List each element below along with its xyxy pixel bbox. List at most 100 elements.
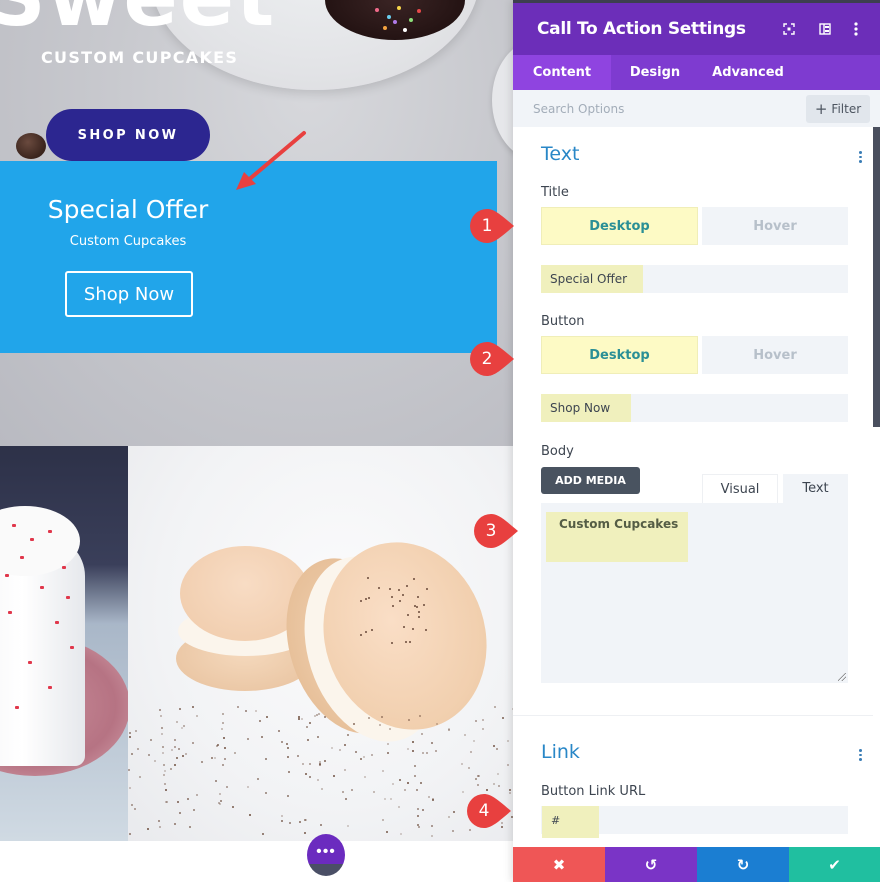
cocoa-speck bbox=[226, 785, 229, 788]
cocoa-speck bbox=[319, 760, 322, 763]
undo-icon: ↺ bbox=[644, 855, 658, 874]
cocoa-speck bbox=[447, 815, 450, 818]
cocoa-speck bbox=[216, 745, 219, 748]
link-section-menu-icon[interactable] bbox=[856, 748, 864, 762]
title-input[interactable]: Special Offer bbox=[541, 265, 848, 293]
undo-button[interactable]: ↺ bbox=[605, 847, 697, 882]
cocoa-speck bbox=[258, 719, 261, 722]
tab-design[interactable]: Design bbox=[611, 55, 699, 90]
fullscreen-icon[interactable] bbox=[780, 20, 798, 38]
cocoa-speck bbox=[447, 729, 450, 732]
title-hover-toggle[interactable]: Hover bbox=[702, 207, 848, 245]
cocoa-speck bbox=[131, 804, 134, 807]
search-options-input[interactable] bbox=[533, 99, 783, 119]
section-divider bbox=[513, 715, 873, 716]
cocoa-speck bbox=[192, 741, 195, 744]
cta-shop-now-button[interactable]: Shop Now bbox=[65, 271, 193, 317]
cocoa-speck bbox=[320, 823, 323, 826]
editor-tab-text[interactable]: Text bbox=[783, 474, 848, 503]
cocoa-speck bbox=[260, 736, 263, 739]
cocoa-speck bbox=[509, 788, 512, 791]
cocoa-speck bbox=[301, 717, 304, 720]
body-editor-value: Custom Cupcakes bbox=[559, 517, 679, 531]
cocoa-speck bbox=[222, 721, 225, 724]
cocoa-speck bbox=[412, 749, 415, 752]
cocoa-speck bbox=[386, 830, 389, 833]
cocoa-speck bbox=[462, 791, 465, 794]
cocoa-speck bbox=[476, 795, 479, 798]
cocoa-speck bbox=[431, 834, 434, 837]
cocoa-speck bbox=[406, 782, 409, 785]
cocoa-speck bbox=[297, 717, 300, 720]
cocoa-speck bbox=[286, 746, 289, 749]
cocoa-speck bbox=[147, 828, 150, 831]
cocoa-speck bbox=[398, 599, 401, 602]
tab-content[interactable]: Content bbox=[513, 55, 611, 90]
cocoa-speck bbox=[281, 741, 284, 744]
cocoa-speck bbox=[217, 802, 220, 805]
button-hover-toggle[interactable]: Hover bbox=[702, 336, 848, 374]
cocoa-speck bbox=[173, 738, 176, 741]
cocoa-speck bbox=[129, 732, 132, 735]
cocoa-speck bbox=[370, 628, 373, 631]
button-link-url-field[interactable]: # bbox=[541, 806, 848, 838]
cocoa-speck bbox=[286, 794, 289, 797]
resize-handle-icon[interactable] bbox=[838, 673, 846, 681]
plus-icon: + bbox=[814, 99, 828, 118]
cocoa-speck bbox=[390, 797, 393, 800]
cocoa-speck bbox=[220, 799, 223, 802]
cocoa-speck bbox=[308, 763, 311, 766]
cocoa-speck bbox=[129, 786, 132, 789]
cocoa-speck bbox=[424, 628, 427, 631]
add-media-button[interactable]: ADD MEDIA bbox=[541, 467, 640, 494]
cocoa-speck bbox=[261, 833, 264, 836]
more-options-fab[interactable]: ••• bbox=[307, 834, 345, 876]
cocoa-speck bbox=[149, 739, 152, 742]
cocoa-speck bbox=[333, 774, 336, 777]
cocoa-speck bbox=[431, 798, 434, 801]
cocoa-speck bbox=[324, 759, 327, 762]
call-to-action-module[interactable]: Special Offer Custom Cupcakes Shop Now bbox=[0, 161, 497, 353]
cocoa-speck bbox=[288, 770, 291, 773]
button-text-input[interactable]: Shop Now bbox=[541, 394, 848, 422]
cocoa-speck bbox=[425, 751, 428, 754]
body-editor[interactable]: Custom Cupcakes bbox=[541, 503, 848, 683]
hero-shop-now-button[interactable]: SHOP NOW bbox=[46, 109, 210, 161]
cocoa-speck bbox=[287, 755, 290, 758]
panel-tabs: Content Design Advanced bbox=[513, 55, 880, 90]
panel-scrollbar[interactable] bbox=[873, 127, 880, 427]
save-button[interactable]: ✔ bbox=[789, 847, 880, 882]
cocoa-speck bbox=[234, 751, 237, 754]
page-preview-canvas: Sweet CUSTOM CUPCAKES SHOP NOW Special O… bbox=[0, 0, 513, 882]
cocoa-speck bbox=[355, 750, 358, 753]
cocoa-speck bbox=[507, 763, 510, 766]
cocoa-speck bbox=[218, 793, 221, 796]
cocoa-speck bbox=[338, 748, 341, 751]
cocoa-speck bbox=[165, 801, 168, 804]
cocoa-speck bbox=[257, 778, 260, 781]
button-desktop-toggle[interactable]: Desktop bbox=[541, 336, 698, 374]
cocoa-speck bbox=[163, 770, 166, 773]
cocoa-speck bbox=[431, 824, 434, 827]
more-options-icon[interactable] bbox=[847, 20, 865, 38]
cake-image bbox=[0, 446, 128, 841]
cocoa-speck bbox=[386, 742, 389, 745]
cocoa-speck bbox=[469, 750, 472, 753]
text-section-menu-icon[interactable] bbox=[856, 150, 864, 164]
filter-button[interactable]: + Filter bbox=[806, 95, 870, 123]
cocoa-speck bbox=[319, 763, 322, 766]
button-field-label: Button bbox=[541, 314, 585, 329]
cocoa-speck bbox=[137, 748, 140, 751]
cocoa-speck bbox=[313, 714, 316, 717]
discard-button[interactable]: ✖ bbox=[513, 847, 605, 882]
tab-advanced[interactable]: Advanced bbox=[699, 55, 797, 90]
redo-button[interactable]: ↻ bbox=[697, 847, 789, 882]
title-desktop-toggle[interactable]: Desktop bbox=[541, 207, 698, 245]
cocoa-speck bbox=[171, 748, 174, 751]
cocoa-speck bbox=[221, 727, 224, 730]
cocoa-speck bbox=[309, 775, 312, 778]
cocoa-speck bbox=[210, 757, 213, 760]
editor-tab-visual[interactable]: Visual bbox=[702, 474, 778, 503]
cocoa-speck bbox=[398, 778, 401, 781]
split-view-icon[interactable] bbox=[816, 20, 834, 38]
